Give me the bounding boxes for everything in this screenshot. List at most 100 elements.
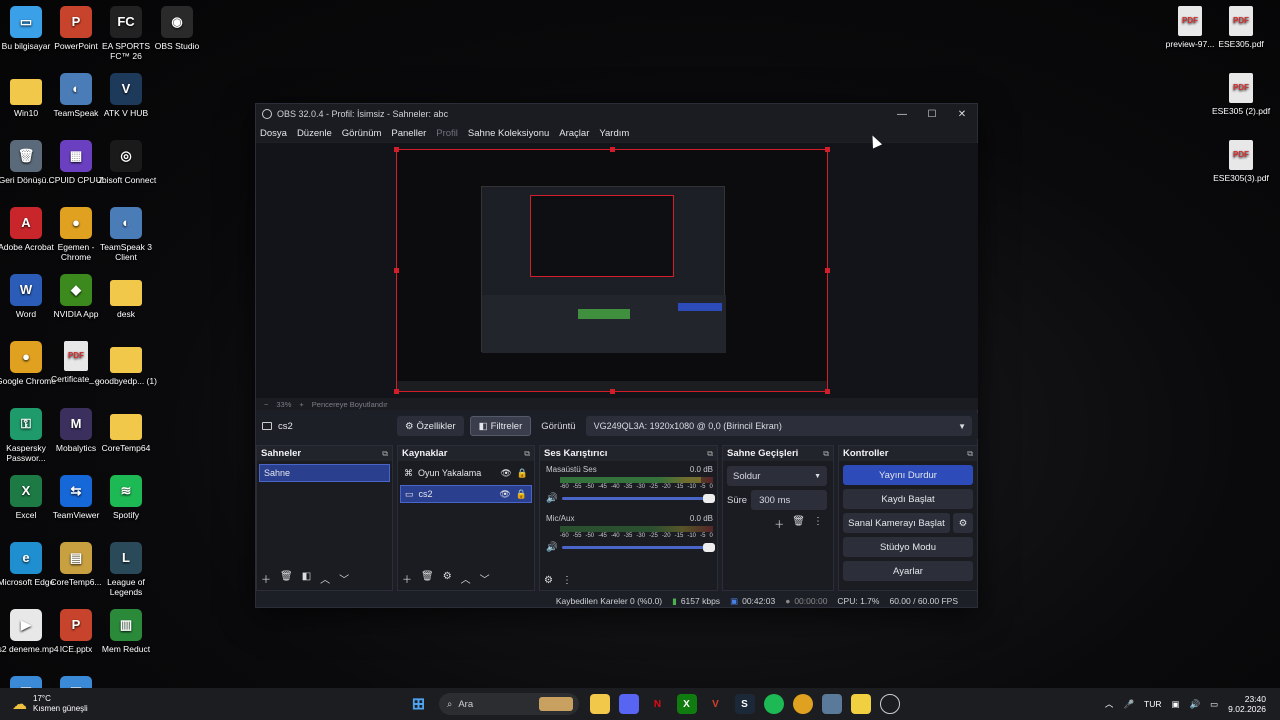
- desktop-icon[interactable]: ◐ TeamSpeak 3 Client: [92, 207, 160, 262]
- eye-icon[interactable]: 👁: [500, 468, 511, 479]
- chevron-up-icon[interactable]: ︿: [1105, 698, 1114, 710]
- file-explorer-icon[interactable]: [589, 694, 610, 714]
- spotify-icon[interactable]: [763, 694, 784, 714]
- gear-icon[interactable]: ⚙: [443, 571, 452, 586]
- language-indicator[interactable]: TUR: [1144, 699, 1161, 709]
- resize-handle[interactable]: [394, 268, 399, 273]
- resize-handle[interactable]: [394, 147, 399, 152]
- trash-icon[interactable]: 🗑: [280, 571, 293, 586]
- scene-item[interactable]: Sahne: [259, 464, 390, 482]
- desktop-icon[interactable]: desk: [92, 274, 160, 319]
- fit-window-button[interactable]: Pencereye Boyutlandır: [312, 400, 388, 409]
- maximize-button[interactable]: ☐: [917, 109, 947, 120]
- arrow-down-icon[interactable]: ﹀: [339, 571, 349, 586]
- resize-handle[interactable]: [610, 389, 615, 394]
- more-options-icon[interactable]: ⋮: [562, 575, 572, 586]
- resize-handle[interactable]: [394, 389, 399, 394]
- filter-icon[interactable]: ◧: [302, 571, 311, 586]
- windows-start-icon[interactable]: ⊞: [409, 694, 429, 714]
- desktop-icon[interactable]: L League of Legends: [92, 542, 160, 597]
- undock-icon[interactable]: ⧉: [967, 449, 973, 459]
- more-options-icon[interactable]: ⋮: [813, 516, 823, 531]
- settings-button[interactable]: Ayarlar: [843, 561, 973, 581]
- desktop-icon[interactable]: ◉ OBS Studio: [143, 6, 211, 51]
- desktop-icon-ese305-pdf[interactable]: PDF ESE305.pdf: [1207, 6, 1275, 49]
- weather-widget[interactable]: ☁ 17°C Kısmen güneşli: [12, 694, 182, 714]
- battery-icon[interactable]: ▭: [1210, 699, 1218, 710]
- eye-icon[interactable]: 👁: [499, 489, 510, 500]
- chrome-icon[interactable]: [792, 694, 813, 714]
- start-recording-button[interactable]: Kaydı Başlat: [843, 489, 973, 509]
- start-virtual-camera-button[interactable]: Sanal Kamerayı Başlat: [843, 513, 950, 533]
- properties-button[interactable]: ⚙ Özellikler: [397, 416, 464, 436]
- speaker-icon[interactable]: 🔊: [546, 493, 558, 504]
- arrow-up-icon[interactable]: ︿: [461, 571, 471, 586]
- arrow-down-icon[interactable]: ﹀: [480, 571, 490, 586]
- undock-icon[interactable]: ⧉: [382, 449, 388, 459]
- resize-handle[interactable]: [610, 147, 615, 152]
- valorant-icon[interactable]: V: [706, 694, 726, 714]
- add-icon[interactable]: ＋: [261, 571, 271, 586]
- zoom-out-button[interactable]: −: [264, 400, 268, 409]
- desktop-icon[interactable]: V ATK V HUB: [92, 73, 160, 118]
- menu-duzenle[interactable]: Düzenle: [297, 128, 332, 139]
- duration-input[interactable]: 300 ms: [751, 490, 827, 510]
- desktop-icon-ese305-2-pdf[interactable]: PDF ESE305 (2).pdf: [1207, 73, 1275, 116]
- volume-slider[interactable]: [561, 543, 715, 552]
- resize-handle[interactable]: [825, 147, 830, 152]
- speaker-icon[interactable]: 🔊: [546, 542, 558, 553]
- source-item[interactable]: ⌘ Oyun Yakalama 👁 🔒: [400, 464, 532, 482]
- volume-icon[interactable]: 🔊: [1190, 699, 1201, 710]
- transition-select[interactable]: Soldur ▼: [727, 466, 827, 486]
- menu-yardim[interactable]: Yardım: [599, 128, 629, 139]
- studio-mode-button[interactable]: Stüdyo Modu: [843, 537, 973, 557]
- trash-icon[interactable]: 🗑: [792, 516, 805, 531]
- menu-araclar[interactable]: Araçlar: [559, 128, 589, 139]
- menu-paneller[interactable]: Paneller: [391, 128, 426, 139]
- discord-icon[interactable]: [618, 694, 639, 714]
- undock-icon[interactable]: ⧉: [823, 449, 829, 459]
- microphone-icon[interactable]: 🎤: [1123, 699, 1134, 710]
- source-item[interactable]: ▭ cs2 👁 🔒: [400, 485, 532, 503]
- menu-gorunum[interactable]: Görünüm: [342, 128, 382, 139]
- lock-icon[interactable]: 🔒: [517, 468, 528, 479]
- display-select[interactable]: VG249QL3A: 1920x1080 @ 0,0 (Birincil Ekr…: [585, 416, 972, 436]
- close-button[interactable]: ✕: [947, 109, 977, 120]
- app-icon[interactable]: [821, 694, 842, 714]
- desktop-icon[interactable]: ▥ Mem Reduct: [92, 609, 160, 654]
- menu-profil[interactable]: Profil: [436, 128, 458, 139]
- lock-icon[interactable]: 🔒: [516, 489, 527, 500]
- undock-icon[interactable]: ⧉: [524, 449, 530, 459]
- taskbar-search[interactable]: ⌕ Ara: [439, 693, 579, 715]
- preview-canvas[interactable]: [394, 147, 830, 394]
- menu-dosya[interactable]: Dosya: [260, 128, 287, 139]
- preview-area[interactable]: [256, 143, 978, 398]
- minimize-button[interactable]: —: [887, 109, 917, 120]
- volume-slider[interactable]: [561, 494, 715, 503]
- stop-stream-button[interactable]: Yayını Durdur: [843, 465, 973, 485]
- undock-icon[interactable]: ⧉: [707, 449, 713, 459]
- desktop-icon[interactable]: CoreTemp64: [92, 408, 160, 453]
- desktop-icon-ese305-3-pdf[interactable]: PDF ESE305(3).pdf: [1207, 140, 1275, 183]
- clock[interactable]: 23:40 9.02.2026: [1228, 694, 1266, 714]
- notes-icon[interactable]: [850, 694, 871, 714]
- trash-icon[interactable]: 🗑: [421, 571, 434, 586]
- obs-titlebar[interactable]: OBS 32.0.4 - Profil: İsimsiz - Sahneler:…: [256, 104, 977, 124]
- desktop-icon[interactable]: ≋ Spotify: [92, 475, 160, 520]
- menu-sahne-koleksiyonu[interactable]: Sahne Koleksiyonu: [468, 128, 549, 139]
- resize-handle[interactable]: [825, 268, 830, 273]
- add-icon[interactable]: ＋: [774, 516, 784, 531]
- resize-handle[interactable]: [825, 389, 830, 394]
- add-icon[interactable]: ＋: [402, 571, 412, 586]
- gear-icon[interactable]: ⚙: [953, 513, 973, 533]
- advanced-audio-icon[interactable]: ⚙: [544, 575, 553, 586]
- desktop-icon[interactable]: goodbyedp... (1): [92, 341, 160, 386]
- xbox-icon[interactable]: X: [676, 694, 697, 714]
- obs-taskbar-icon[interactable]: [879, 694, 900, 714]
- steam-icon[interactable]: S: [734, 694, 755, 714]
- netflix-icon[interactable]: N: [648, 694, 668, 714]
- zoom-in-button[interactable]: +: [299, 400, 303, 409]
- desktop-icon[interactable]: ◎ Ubisoft Connect: [92, 140, 160, 185]
- filters-button[interactable]: ◧ Filtreler: [469, 416, 532, 436]
- network-icon[interactable]: ▣: [1172, 699, 1180, 710]
